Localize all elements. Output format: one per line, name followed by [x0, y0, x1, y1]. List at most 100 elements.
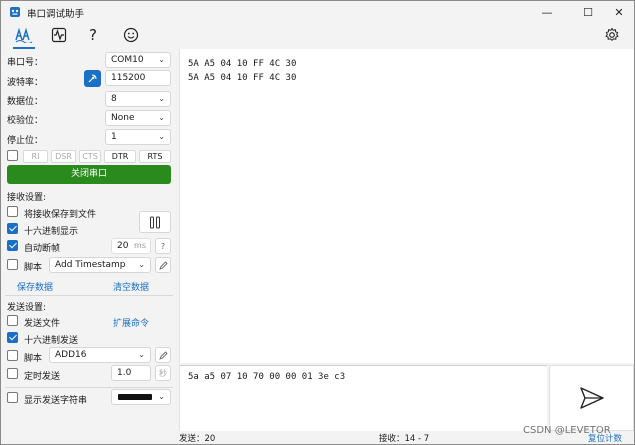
window-title: 串口调试助手	[27, 9, 85, 20]
signal-dtr-label: DTR	[111, 152, 129, 161]
receive-display[interactable]: 5A A5 04 10 FF 4C 30 5A A5 04 10 FF 4C 3…	[179, 49, 634, 363]
send-script-select[interactable]: ADD16 ⌄	[49, 347, 151, 363]
received-count: 接收：14 - 7	[379, 434, 430, 444]
pause-icon	[150, 216, 160, 228]
timed-send-unit: 秒	[155, 365, 171, 381]
stopbits-label: 停止位：	[7, 136, 44, 146]
oscilloscope-button[interactable]	[49, 25, 69, 45]
toolbar: ?	[1, 23, 634, 47]
auto-break-input[interactable]: 20 ms	[111, 238, 151, 254]
recv-script-select[interactable]: Add Timestamp ⌄	[49, 257, 151, 273]
hex-display-checkbox[interactable]	[7, 223, 18, 234]
sent-count: 发送：20	[179, 434, 216, 444]
signal-cts: CTS	[79, 150, 101, 163]
port-value: COM10	[111, 55, 144, 65]
save-to-file-checkbox[interactable]	[7, 206, 18, 217]
close-button[interactable]: ✕	[608, 3, 630, 21]
maximize-icon: ☐	[583, 5, 593, 19]
help-icon: ?	[160, 241, 166, 251]
baud-select[interactable]: 115200	[105, 70, 171, 86]
clear-data-link[interactable]: 清空数据	[113, 280, 149, 293]
edit-icon	[158, 260, 168, 270]
app-window: 串口调试助手 — ☐ ✕ ? 串口号： COM10 ⌄ 波特率： 115200 …	[0, 0, 635, 445]
signal-icon	[88, 74, 97, 83]
port-label: 串口号：	[7, 58, 44, 68]
timed-send-label: 定时发送	[24, 372, 61, 382]
title-bar: 串口调试助手 — ☐ ✕	[1, 1, 634, 23]
hex-send-label: 十六进制发送	[24, 336, 79, 346]
timed-send-unit-label: 秒	[159, 368, 167, 378]
signal-rts-button[interactable]: RTS	[139, 150, 171, 163]
hex-send-checkbox[interactable]	[7, 332, 18, 343]
extend-command-link[interactable]: 扩展命令	[113, 316, 149, 329]
paper-plane-icon	[579, 387, 604, 409]
send-content: 5a a5 07 10 70 00 00 01 3e c3	[188, 372, 346, 382]
databits-label: 数据位：	[7, 97, 44, 107]
send-script-label: 脚本	[24, 354, 43, 364]
auto-break-value: 20	[117, 241, 129, 251]
signals-checkbox[interactable]	[7, 150, 18, 161]
timed-send-checkbox[interactable]	[7, 368, 18, 379]
help-button[interactable]: ?	[83, 25, 103, 45]
maximize-button[interactable]: ☐	[577, 3, 599, 21]
show-send-string-checkbox[interactable]	[7, 392, 18, 403]
signal-ri: RI	[23, 150, 48, 163]
waveform-text-button[interactable]	[14, 25, 34, 45]
signal-dsr: DSR	[51, 150, 76, 163]
send-script-checkbox[interactable]	[7, 350, 18, 361]
chevron-down-icon: ⌄	[138, 260, 145, 269]
color-swatch	[118, 394, 152, 400]
oscilloscope-icon	[51, 27, 67, 43]
minimize-icon: —	[541, 5, 553, 19]
recv-script-edit-button[interactable]	[155, 257, 171, 273]
timed-send-input[interactable]: 1.0	[111, 365, 151, 381]
send-color-select[interactable]: ⌄	[111, 389, 171, 405]
save-data-link[interactable]: 保存数据	[17, 280, 53, 293]
hex-display-label: 十六进制显示	[24, 227, 79, 237]
about-button[interactable]	[121, 25, 141, 45]
chevron-down-icon: ⌄	[158, 94, 165, 103]
auto-break-unit: ms	[134, 241, 146, 250]
databits-select[interactable]: 8 ⌄	[105, 91, 171, 107]
send-input[interactable]: 5a a5 07 10 70 00 00 01 3e c3	[179, 365, 547, 431]
parity-value: None	[111, 113, 135, 123]
pause-button[interactable]	[139, 211, 171, 233]
minimize-button[interactable]: —	[536, 3, 558, 21]
send-button[interactable]	[549, 365, 634, 431]
section-divider	[5, 387, 173, 388]
send-script-edit-button[interactable]	[155, 347, 171, 363]
edit-icon	[158, 350, 168, 360]
signal-rts-label: RTS	[147, 152, 163, 161]
smiley-icon	[123, 27, 139, 43]
settings-button[interactable]	[602, 25, 622, 45]
chevron-down-icon: ⌄	[158, 113, 165, 122]
recv-script-checkbox[interactable]	[7, 259, 18, 270]
signal-ri-label: RI	[31, 152, 40, 161]
baud-label: 波特率：	[7, 78, 44, 88]
auto-break-help-button[interactable]: ?	[155, 238, 171, 254]
send-section-label: 发送设置:	[7, 303, 47, 313]
chevron-down-icon: ⌄	[158, 392, 165, 401]
save-to-file-label: 将接收保存到文件	[24, 210, 97, 220]
parity-select[interactable]: None ⌄	[105, 110, 171, 126]
stopbits-select[interactable]: 1 ⌄	[105, 129, 171, 145]
receive-line: 5A A5 04 10 FF 4C 30	[188, 59, 297, 69]
stopbits-value: 1	[111, 132, 117, 142]
auto-break-label: 自动断帧	[24, 244, 61, 254]
receive-line: 5A A5 04 10 FF 4C 30	[188, 73, 297, 83]
send-file-checkbox[interactable]	[7, 315, 18, 326]
databits-value: 8	[111, 94, 117, 104]
parity-label: 校验位：	[7, 116, 44, 126]
port-select[interactable]: COM10 ⌄	[105, 52, 171, 68]
watermark: CSDN @LEVETOR	[523, 425, 611, 436]
settings-panel: 串口号： COM10 ⌄ 波特率： 115200 数据位： 8 ⌄ 校验位： Non…	[1, 49, 179, 444]
help-icon: ?	[89, 26, 97, 44]
baud-edit-button[interactable]	[84, 70, 101, 87]
chevron-down-icon: ⌄	[138, 350, 145, 359]
chevron-down-icon: ⌄	[158, 132, 165, 141]
receive-section-label: 接收设置:	[7, 193, 47, 203]
timed-send-value: 1.0	[117, 368, 132, 378]
signal-dtr-button[interactable]: DTR	[104, 150, 136, 163]
close-port-button[interactable]: 关闭串口	[7, 165, 171, 184]
auto-break-checkbox[interactable]	[7, 240, 18, 251]
